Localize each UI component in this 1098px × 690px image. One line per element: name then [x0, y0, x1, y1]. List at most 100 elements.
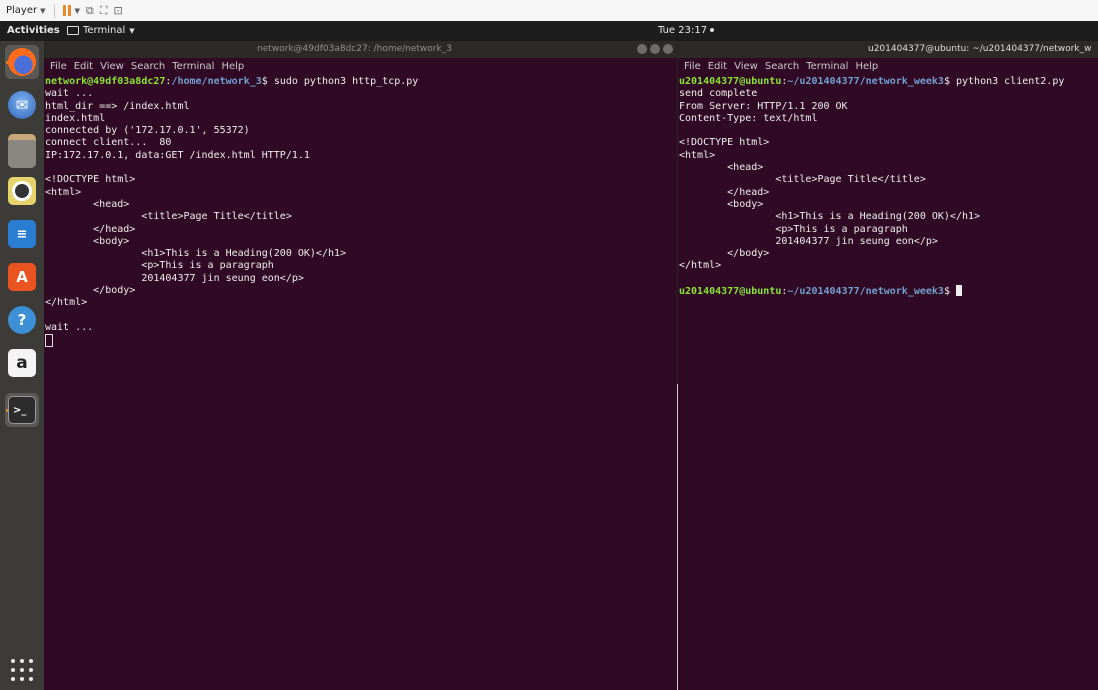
menu-view[interactable]: View	[100, 61, 124, 72]
output-line: Content-Type: text/html	[679, 112, 818, 124]
firefox-icon	[8, 48, 36, 76]
notification-dot-icon	[710, 28, 715, 32]
output-line: wait ...	[45, 321, 94, 333]
writer-icon: ≡	[8, 220, 36, 248]
prompt-symbol: $	[943, 286, 956, 298]
player-menu[interactable]: Player ▼	[6, 5, 46, 16]
terminal-window-right[interactable]: u201404377@ubuntu: ~/u201404377/network_…	[678, 41, 1098, 690]
output-line: send complete	[679, 88, 758, 100]
title-bar: network@49df03a8dc27: /home/network_3	[44, 41, 677, 58]
window-title: network@49df03a8dc27: /home/network_3	[257, 44, 452, 54]
fullscreen-icon[interactable]: ⛶	[100, 4, 108, 18]
output-line: <p>This is a paragraph	[679, 223, 908, 235]
menu-file[interactable]: File	[50, 61, 67, 72]
output-line: <p>This is a paragraph	[45, 260, 274, 272]
output-line: connect client... 80	[45, 137, 172, 149]
title-bar: u201404377@ubuntu: ~/u201404377/network_…	[678, 41, 1098, 58]
terminal-icon	[67, 26, 79, 35]
window-title: u201404377@ubuntu: ~/u201404377/network_…	[868, 44, 1092, 54]
close-icon[interactable]	[663, 44, 673, 54]
output-line: wait ...	[45, 88, 94, 100]
chevron-down-icon: ▼	[129, 26, 135, 35]
show-applications-icon[interactable]	[11, 659, 33, 681]
output-line: </head>	[45, 223, 136, 235]
output-line: <!DOCTYPE html>	[45, 174, 136, 186]
player-menu-label: Player	[6, 5, 38, 16]
terminal-window-left[interactable]: network@49df03a8dc27: /home/network_3 Fi…	[44, 41, 677, 690]
output-line: <html>	[45, 186, 82, 198]
terminal-icon: >_	[8, 396, 36, 424]
clock[interactable]: Tue 23:17	[658, 25, 715, 36]
prompt-symbol: $	[261, 76, 274, 87]
menu-file[interactable]: File	[684, 61, 701, 72]
menu-edit[interactable]: Edit	[74, 61, 93, 72]
output-line: <body>	[45, 235, 130, 247]
output-line: 201404377 jin seung eon</p>	[45, 272, 304, 284]
dock-item-help[interactable]: ?	[5, 303, 39, 337]
menu-bar: File Edit View Search Terminal Help	[678, 58, 1098, 74]
output-line: <title>Page Title</title>	[45, 211, 292, 223]
menu-help[interactable]: Help	[221, 61, 244, 72]
output-line: 201404377 jin seung eon</p>	[679, 235, 938, 247]
menu-terminal[interactable]: Terminal	[172, 61, 214, 72]
prompt-path: ~/u201404377/network_week3	[787, 286, 944, 298]
output-line: <title>Page Title</title>	[679, 174, 926, 186]
send-ctrl-alt-del-icon[interactable]: ⧉	[86, 4, 94, 18]
output-line: <!DOCTYPE html>	[679, 137, 770, 149]
menu-edit[interactable]: Edit	[708, 61, 727, 72]
output-line: IP:172.17.0.1, data:GET /index.html HTTP…	[45, 149, 310, 161]
output-line: <h1>This is a Heading(200 OK)</h1>	[45, 248, 347, 260]
software-icon: A	[8, 263, 36, 291]
terminal-output[interactable]: u201404377@ubuntu:~/u201404377/network_w…	[678, 74, 1098, 298]
output-line: <h1>This is a Heading(200 OK)</h1>	[679, 211, 981, 223]
menu-terminal[interactable]: Terminal	[806, 61, 848, 72]
dock-item-rhythmbox[interactable]	[5, 174, 39, 208]
chevron-down-icon[interactable]: ▼	[75, 7, 80, 15]
maximize-icon[interactable]	[650, 44, 660, 54]
command-text: sudo python3 http_tcp.py	[273, 76, 419, 87]
output-line: <body>	[679, 198, 764, 210]
dock-item-software[interactable]: A	[5, 260, 39, 294]
dock-item-files[interactable]	[5, 131, 39, 168]
menu-view[interactable]: View	[734, 61, 758, 72]
prompt-user: network@49df03a8dc27	[45, 76, 166, 87]
dock-item-firefox[interactable]	[5, 45, 39, 79]
menu-bar: File Edit View Search Terminal Help	[44, 58, 677, 74]
window-controls	[637, 44, 673, 54]
output-line: </body>	[679, 248, 770, 260]
dock-item-amazon[interactable]: a	[5, 346, 39, 380]
output-line: </head>	[679, 186, 770, 198]
clock-label: Tue 23:17	[658, 25, 708, 36]
files-icon	[8, 134, 36, 168]
dock: ✉ ≡ A ? a >_	[0, 41, 44, 690]
menu-help[interactable]: Help	[855, 61, 878, 72]
output-line: </html>	[45, 297, 88, 309]
app-menu-label: Terminal	[83, 25, 126, 36]
prompt-symbol: $	[943, 76, 956, 87]
prompt-user: u201404377@ubuntu	[679, 76, 782, 87]
chevron-down-icon: ▼	[40, 6, 46, 15]
terminal-output[interactable]: network@49df03a8dc27:/home/network_3$ su…	[44, 74, 677, 350]
command-text: python3 client2.py	[955, 76, 1065, 87]
minimize-icon[interactable]	[637, 44, 647, 54]
dock-item-writer[interactable]: ≡	[5, 217, 39, 251]
player-toolbar: Player ▼ ▼ ⧉ ⛶ ⊡	[0, 0, 1098, 22]
amazon-icon: a	[8, 349, 36, 377]
dock-item-terminal[interactable]: >_	[5, 393, 39, 427]
output-line: <head>	[45, 198, 130, 210]
activities-button[interactable]: Activities	[7, 25, 60, 36]
menu-search[interactable]: Search	[131, 61, 165, 72]
dock-item-thunderbird[interactable]: ✉	[5, 88, 39, 122]
output-line: <head>	[679, 162, 764, 174]
menu-search[interactable]: Search	[765, 61, 799, 72]
prompt-path: /home/network_3	[171, 76, 262, 87]
unity-mode-icon[interactable]: ⊡	[113, 4, 122, 17]
output-line: html_dir ==> /index.html	[45, 100, 190, 112]
thunderbird-icon: ✉	[8, 91, 36, 119]
output-line: From Server: HTTP/1.1 200 OK	[679, 100, 848, 112]
app-menu[interactable]: Terminal ▼	[67, 25, 135, 36]
help-icon: ?	[8, 306, 36, 334]
text-cursor	[45, 334, 53, 348]
pause-icon[interactable]	[62, 5, 71, 16]
output-line: <html>	[679, 149, 716, 161]
